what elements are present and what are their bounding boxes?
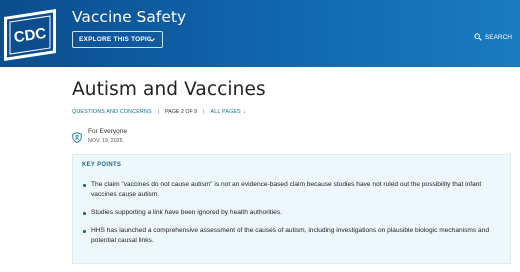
key-point-item: Studies supporting a link have been igno… — [82, 208, 507, 218]
key-points-title: KEY POINTS — [82, 162, 122, 168]
nav-separator: | — [157, 109, 160, 115]
key-points-box: KEY POINTS The claim "vaccines do not ca… — [72, 154, 511, 264]
nav-separator: | — [203, 109, 205, 115]
page-navigation: QUESTIONS AND CONCERNS | PAGE 2 OF 9 | A… — [72, 109, 246, 115]
explore-topic-label: EXPLORE THIS TOPIC — [79, 36, 152, 43]
page-title: Autism and Vaccines — [72, 79, 266, 100]
explore-topic-button[interactable]: EXPLORE THIS TOPIC — [72, 31, 163, 48]
site-title[interactable]: Vaccine Safety — [72, 8, 186, 26]
arrow-down-icon[interactable]: ↓ — [243, 109, 246, 115]
all-pages-link[interactable]: ALL PAGES — [211, 109, 241, 115]
search-button[interactable]: SEARCH — [474, 33, 512, 41]
audience-label: For Everyone — [88, 128, 128, 135]
search-icon — [474, 33, 482, 41]
key-point-item: HHS has launched a comprehensive assessm… — [82, 226, 507, 246]
page-counter: PAGE 2 OF 9 — [165, 109, 198, 115]
site-header: CDC Vaccine Safety EXPLORE THIS TOPIC SE… — [0, 0, 520, 67]
key-points-list: The claim "vaccines do not cause autism"… — [82, 180, 507, 254]
publish-date: NOV. 19, 2025 — [88, 138, 123, 144]
cdc-logo[interactable]: CDC — [2, 7, 58, 63]
chevron-down-icon — [149, 38, 155, 42]
section-link[interactable]: QUESTIONS AND CONCERNS — [72, 109, 152, 115]
shield-person-icon — [72, 132, 82, 143]
search-label: SEARCH — [484, 33, 512, 41]
key-point-item: The claim "vaccines do not cause autism"… — [82, 180, 507, 200]
